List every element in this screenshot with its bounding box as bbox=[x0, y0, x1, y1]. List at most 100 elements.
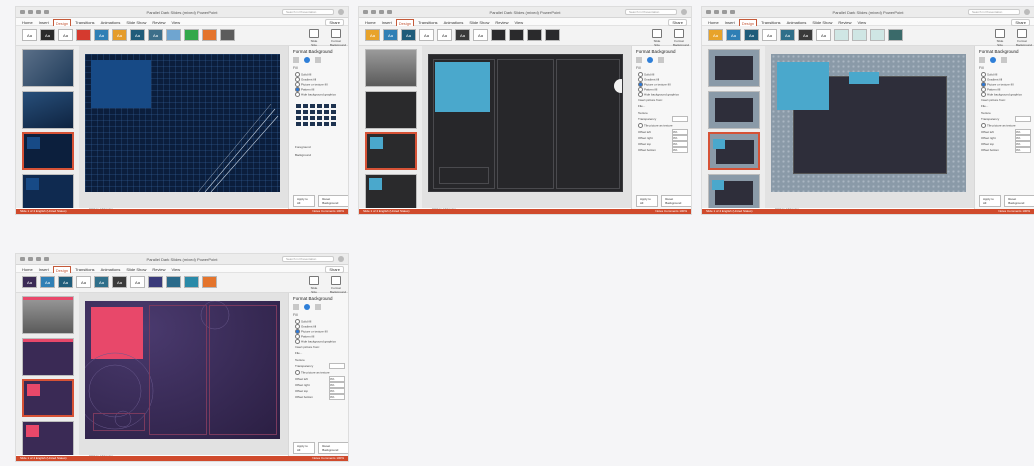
account-icon[interactable] bbox=[681, 9, 687, 15]
pattern-grid[interactable] bbox=[296, 104, 336, 126]
fill-section-header[interactable]: Fill bbox=[636, 66, 640, 70]
hide-background-checkbox[interactable]: Hide background graphics bbox=[981, 92, 1022, 97]
file-button[interactable]: File... bbox=[638, 104, 645, 108]
apply-to-all-button[interactable]: Apply to All bbox=[979, 195, 1002, 207]
offset-left-field[interactable]: Offset left 0% bbox=[638, 129, 688, 135]
theme-thumbnail[interactable]: Aa bbox=[401, 29, 416, 41]
variant-thumbnail[interactable] bbox=[184, 276, 199, 288]
fill-icon[interactable] bbox=[293, 304, 299, 310]
theme-thumbnail[interactable]: Aa bbox=[112, 29, 127, 41]
hide-background-checkbox[interactable]: Hide background graphics bbox=[638, 92, 679, 97]
theme-thumbnail[interactable]: Aa bbox=[40, 29, 55, 41]
slide-canvas[interactable] bbox=[771, 54, 966, 192]
theme-thumbnail[interactable]: Aa bbox=[708, 29, 723, 41]
offset-bottom-field[interactable]: Offset bottom 0% bbox=[295, 394, 345, 400]
reset-background-button[interactable]: Reset Background bbox=[318, 195, 348, 207]
slide-canvas[interactable] bbox=[85, 301, 280, 439]
theme-thumbnail[interactable]: Aa bbox=[383, 29, 398, 41]
tile-checkbox[interactable]: Tile picture as texture bbox=[295, 370, 330, 375]
picture-icon[interactable] bbox=[315, 57, 321, 63]
variant-thumbnail[interactable] bbox=[852, 29, 867, 41]
slide-size-button[interactable]: Slide Size bbox=[651, 29, 663, 47]
fill-icon[interactable] bbox=[293, 57, 299, 63]
transparency-slider[interactable]: Transparency bbox=[295, 363, 345, 369]
theme-thumbnail[interactable]: Aa bbox=[744, 29, 759, 41]
slide-canvas[interactable] bbox=[428, 54, 623, 192]
hide-background-checkbox[interactable]: Hide background graphics bbox=[295, 339, 336, 344]
slide-thumbnail[interactable] bbox=[22, 49, 74, 87]
offset-top-field[interactable]: Offset top 0% bbox=[638, 141, 688, 147]
theme-thumbnail[interactable]: Aa bbox=[762, 29, 777, 41]
fill-icon[interactable] bbox=[636, 57, 642, 63]
offset-left-field[interactable]: Offset left 0% bbox=[981, 129, 1031, 135]
theme-thumbnail[interactable]: Aa bbox=[816, 29, 831, 41]
variant-thumbnail[interactable] bbox=[202, 29, 217, 41]
reset-background-button[interactable]: Reset Background bbox=[318, 442, 348, 454]
theme-thumbnail[interactable] bbox=[76, 29, 91, 41]
fill-section-header[interactable]: Fill bbox=[293, 66, 297, 70]
slide-size-button[interactable]: Slide Size bbox=[994, 29, 1006, 47]
variant-thumbnail[interactable] bbox=[148, 276, 163, 288]
theme-thumbnail[interactable]: Aa bbox=[798, 29, 813, 41]
theme-thumbnail[interactable]: Aa bbox=[58, 276, 73, 288]
picture-icon[interactable] bbox=[658, 57, 664, 63]
slide-thumbnail[interactable] bbox=[365, 174, 417, 208]
theme-thumbnail[interactable]: Aa bbox=[437, 29, 452, 41]
picture-icon[interactable] bbox=[1001, 57, 1007, 63]
tile-checkbox[interactable]: Tile picture as texture bbox=[981, 123, 1016, 128]
slide-size-button[interactable]: Slide Size bbox=[308, 29, 320, 47]
reset-background-button[interactable]: Reset Background bbox=[661, 195, 691, 207]
share-button[interactable]: Share bbox=[668, 19, 687, 26]
account-icon[interactable] bbox=[338, 9, 344, 15]
hide-background-checkbox[interactable]: Hide background graphics bbox=[295, 92, 336, 97]
account-icon[interactable] bbox=[338, 256, 344, 262]
offset-top-field[interactable]: Offset top 0% bbox=[295, 388, 345, 394]
theme-thumbnail[interactable]: Aa bbox=[473, 29, 488, 41]
variant-thumbnail[interactable] bbox=[870, 29, 885, 41]
slide-thumbnail[interactable] bbox=[22, 338, 74, 376]
share-button[interactable]: Share bbox=[325, 19, 344, 26]
effects-icon[interactable] bbox=[304, 304, 310, 310]
reset-background-button[interactable]: Reset Background bbox=[1004, 195, 1034, 207]
variant-thumbnail[interactable] bbox=[491, 29, 506, 41]
offset-left-field[interactable]: Offset left 0% bbox=[295, 376, 345, 382]
theme-thumbnail[interactable]: Aa bbox=[94, 276, 109, 288]
slide-accent-square[interactable] bbox=[777, 62, 829, 110]
foreground-color[interactable]: Foreground bbox=[295, 145, 311, 149]
slide-thumbnail[interactable] bbox=[22, 296, 74, 334]
search-input[interactable]: Search in Presentation bbox=[282, 9, 334, 15]
theme-thumbnail[interactable]: Aa bbox=[365, 29, 380, 41]
share-button[interactable]: Share bbox=[1011, 19, 1030, 26]
theme-thumbnail[interactable]: Aa bbox=[94, 29, 109, 41]
theme-thumbnail[interactable]: Aa bbox=[419, 29, 434, 41]
theme-thumbnail[interactable]: Aa bbox=[726, 29, 741, 41]
variant-thumbnail[interactable] bbox=[166, 276, 181, 288]
variant-thumbnail[interactable] bbox=[545, 29, 560, 41]
transparency-slider[interactable]: Transparency bbox=[981, 116, 1031, 122]
slide-thumbnail[interactable] bbox=[365, 91, 417, 129]
theme-thumbnail[interactable]: Aa bbox=[112, 276, 127, 288]
offset-right-field[interactable]: Offset right 0% bbox=[295, 382, 345, 388]
slide-thumbnail[interactable] bbox=[365, 49, 417, 87]
format-background-button[interactable]: Format Background bbox=[330, 276, 346, 294]
slide-thumbnail-selected[interactable] bbox=[22, 132, 74, 170]
variant-thumbnail[interactable] bbox=[888, 29, 903, 41]
texture-picker[interactable]: Texture bbox=[981, 111, 991, 115]
offset-right-field[interactable]: Offset right 0% bbox=[981, 135, 1031, 141]
effects-icon[interactable] bbox=[647, 57, 653, 63]
slide-thumbnail-selected[interactable] bbox=[22, 379, 74, 417]
search-input[interactable]: Search in Presentation bbox=[968, 9, 1020, 15]
slide-thumbnail-selected[interactable] bbox=[708, 132, 760, 170]
slide-thumbnail[interactable] bbox=[708, 174, 760, 208]
circle-handle[interactable] bbox=[614, 79, 622, 93]
theme-thumbnail[interactable]: Aa bbox=[76, 276, 91, 288]
slide-accent-tab[interactable] bbox=[849, 72, 879, 84]
format-background-button[interactable]: Format Background bbox=[330, 29, 346, 47]
status-right[interactable]: Notes Comments 100% bbox=[998, 209, 1030, 214]
variant-thumbnail[interactable] bbox=[202, 276, 217, 288]
search-input[interactable]: Search in Presentation bbox=[282, 256, 334, 262]
fill-section-header[interactable]: Fill bbox=[979, 66, 983, 70]
theme-thumbnail[interactable]: Aa bbox=[130, 276, 145, 288]
format-background-button[interactable]: Format Background bbox=[1016, 29, 1032, 47]
theme-thumbnail[interactable]: Aa bbox=[22, 29, 37, 41]
